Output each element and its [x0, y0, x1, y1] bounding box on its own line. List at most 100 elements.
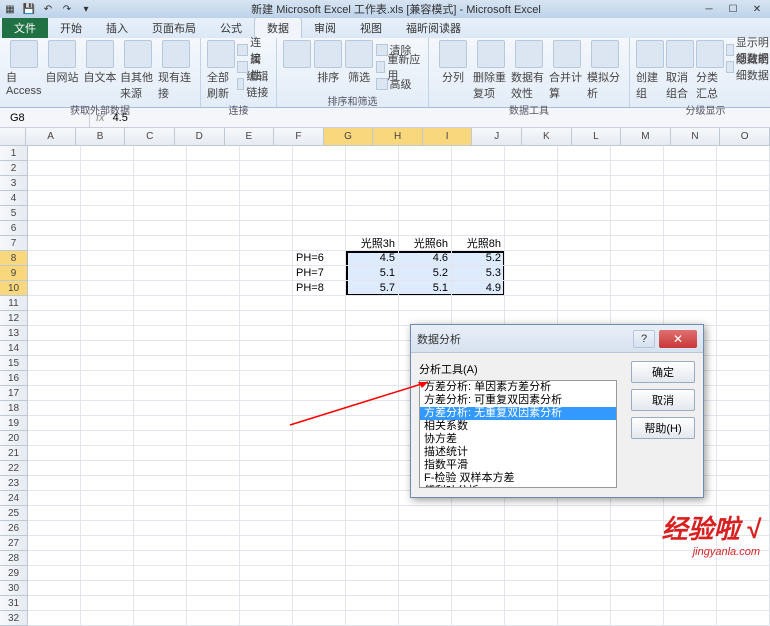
cancel-button[interactable]: 取消: [631, 389, 695, 411]
cell[interactable]: [558, 566, 611, 581]
cell[interactable]: [611, 266, 664, 281]
cell[interactable]: [134, 431, 187, 446]
row-header[interactable]: 25: [0, 506, 27, 521]
cell[interactable]: [558, 281, 611, 296]
cell[interactable]: [611, 236, 664, 251]
list-item[interactable]: 方差分析: 无重复双因素分析: [420, 407, 616, 420]
cell[interactable]: [505, 506, 558, 521]
tab-review[interactable]: 审阅: [302, 18, 348, 38]
cell[interactable]: [717, 236, 770, 251]
cell[interactable]: [293, 161, 346, 176]
cell[interactable]: [346, 206, 399, 221]
cell[interactable]: [134, 251, 187, 266]
col-header[interactable]: N: [671, 128, 721, 145]
cell[interactable]: [240, 536, 293, 551]
cell[interactable]: [28, 461, 81, 476]
advanced-button[interactable]: 高级: [376, 76, 422, 92]
cell[interactable]: [293, 416, 346, 431]
select-all-corner[interactable]: [0, 128, 26, 145]
cell[interactable]: [240, 221, 293, 236]
fx-icon[interactable]: fx: [96, 112, 105, 124]
cell[interactable]: [293, 461, 346, 476]
cell[interactable]: [399, 221, 452, 236]
cell[interactable]: [558, 251, 611, 266]
cell[interactable]: [346, 566, 399, 581]
undo-icon[interactable]: ↶: [40, 2, 56, 16]
cell[interactable]: [505, 596, 558, 611]
cell[interactable]: [558, 191, 611, 206]
col-header[interactable]: C: [125, 128, 175, 145]
consolidate-button[interactable]: 合并计算: [549, 40, 585, 101]
cell[interactable]: [505, 566, 558, 581]
cell[interactable]: [505, 521, 558, 536]
subtotal-button[interactable]: 分类汇总: [696, 40, 724, 101]
cell[interactable]: [134, 461, 187, 476]
cell[interactable]: [611, 521, 664, 536]
cell[interactable]: [134, 296, 187, 311]
cell[interactable]: 光照8h: [452, 236, 505, 251]
cell[interactable]: 5.3: [452, 266, 505, 281]
text-to-col-button[interactable]: 分列: [435, 40, 471, 85]
list-item[interactable]: 方差分析: 可重复双因素分析: [420, 394, 616, 407]
cell[interactable]: [346, 311, 399, 326]
cell[interactable]: [346, 326, 399, 341]
cell[interactable]: [28, 281, 81, 296]
cell[interactable]: [399, 176, 452, 191]
cell[interactable]: [187, 566, 240, 581]
col-header[interactable]: G: [324, 128, 374, 145]
cell[interactable]: [346, 596, 399, 611]
cell[interactable]: [28, 266, 81, 281]
cell[interactable]: [717, 206, 770, 221]
hide-detail-button[interactable]: 隐藏明细数据: [726, 59, 770, 75]
cell[interactable]: [293, 371, 346, 386]
cell[interactable]: [28, 506, 81, 521]
from-web-button[interactable]: 自网站: [44, 40, 80, 85]
cell[interactable]: [399, 296, 452, 311]
cell[interactable]: [664, 206, 717, 221]
cell[interactable]: [28, 296, 81, 311]
cell[interactable]: [293, 401, 346, 416]
cell[interactable]: [240, 551, 293, 566]
tab-file[interactable]: 文件: [2, 18, 48, 38]
cell[interactable]: [346, 476, 399, 491]
cell[interactable]: [399, 566, 452, 581]
list-item[interactable]: 相关系数: [420, 420, 616, 433]
cell[interactable]: [558, 596, 611, 611]
refresh-all-button[interactable]: 全部刷新: [207, 40, 235, 101]
cell[interactable]: [81, 311, 134, 326]
row-header[interactable]: 19: [0, 416, 27, 431]
cell[interactable]: [187, 191, 240, 206]
cell[interactable]: [28, 311, 81, 326]
cell[interactable]: [611, 206, 664, 221]
row-header[interactable]: 31: [0, 596, 27, 611]
cell[interactable]: [28, 146, 81, 161]
existing-conn-button[interactable]: 现有连接: [158, 40, 194, 101]
col-header[interactable]: K: [522, 128, 572, 145]
cell[interactable]: [240, 356, 293, 371]
cell[interactable]: [717, 161, 770, 176]
cell[interactable]: [28, 356, 81, 371]
cell[interactable]: [611, 506, 664, 521]
cell[interactable]: [611, 176, 664, 191]
cell[interactable]: [293, 206, 346, 221]
row-header[interactable]: 28: [0, 551, 27, 566]
cell[interactable]: [28, 371, 81, 386]
cell[interactable]: [346, 431, 399, 446]
cell[interactable]: [28, 191, 81, 206]
cell[interactable]: [452, 536, 505, 551]
cell[interactable]: [293, 476, 346, 491]
cell[interactable]: [28, 581, 81, 596]
cell[interactable]: [399, 551, 452, 566]
tab-foxit[interactable]: 福昕阅读器: [394, 18, 473, 38]
cell[interactable]: [717, 191, 770, 206]
cell[interactable]: [187, 521, 240, 536]
cell[interactable]: [81, 461, 134, 476]
cell[interactable]: [240, 371, 293, 386]
cell[interactable]: [28, 491, 81, 506]
row-header[interactable]: 4: [0, 191, 27, 206]
cell[interactable]: [81, 296, 134, 311]
cell[interactable]: [717, 491, 770, 506]
cell[interactable]: [81, 371, 134, 386]
cell[interactable]: [187, 476, 240, 491]
cell[interactable]: [346, 221, 399, 236]
